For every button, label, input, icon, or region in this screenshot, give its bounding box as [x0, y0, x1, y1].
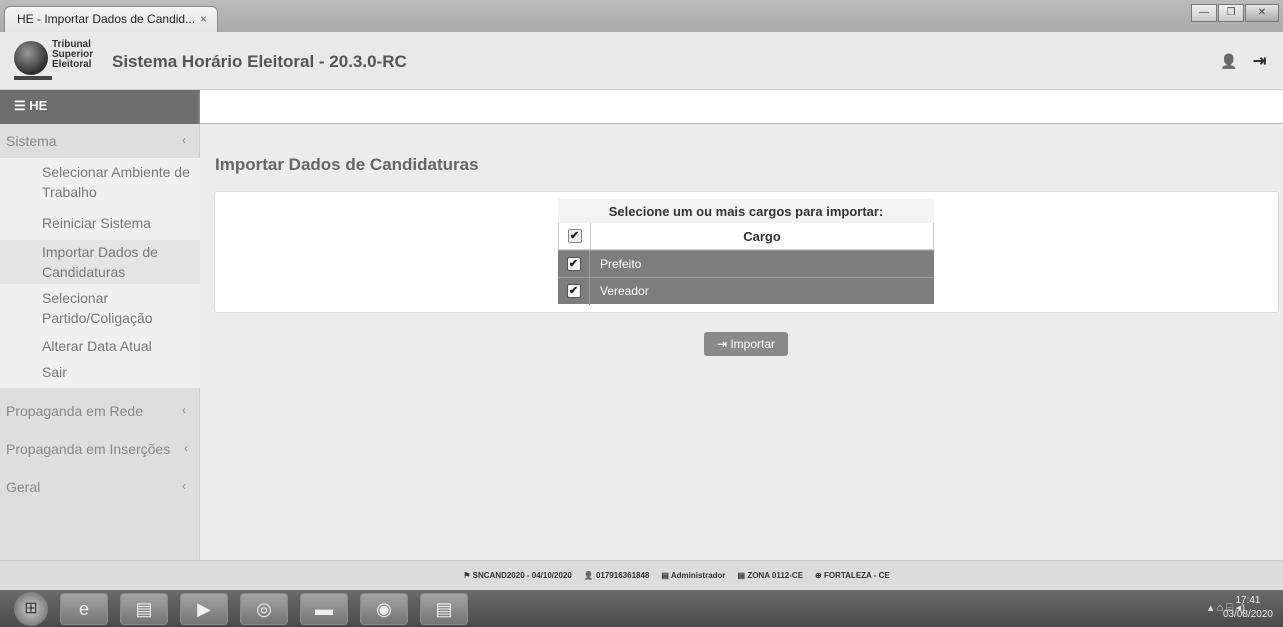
cargo-table: Selecione um ou mais cargos para importa… — [558, 199, 934, 305]
chevron-left-icon: ‹ — [184, 441, 188, 455]
menu-toggle-button[interactable]: ☰ HE — [0, 90, 200, 124]
sidebar-sub-selecionar-partido[interactable]: Selecionar Partido/Coligação — [0, 284, 200, 332]
sidebar-sub-importar-dados[interactable]: Importar Dados de Candidaturas — [0, 240, 200, 284]
ie-icon[interactable]: e — [60, 593, 108, 625]
row-checkbox-prefeito[interactable]: ✔ — [566, 257, 581, 271]
row-checkbox-vereador[interactable]: ✔ — [566, 284, 581, 298]
browser-tab[interactable]: HE - Importar Dados de Candid... × — [4, 6, 218, 32]
table-caption: Selecione um ou mais cargos para importa… — [558, 199, 934, 223]
window-controls: — ❐ ✕ — [1190, 4, 1279, 22]
sidebar-sub-reiniciar[interactable]: Reiniciar Sistema — [0, 206, 200, 240]
tab-close-icon[interactable]: × — [200, 12, 207, 26]
maximize-button[interactable]: ❐ — [1218, 4, 1244, 22]
row-label-vereador: Vereador — [600, 284, 649, 298]
table-row[interactable]: ✔ Vereador — [558, 277, 934, 305]
sidebar: Sistema ‹ Selecionar Ambiente de Trabalho… — [0, 124, 200, 560]
tab-title: HE - Importar Dados de Candid... — [17, 12, 196, 26]
sidebar-item-propaganda-insercoes[interactable]: Propaganda em Inserções ‹ — [0, 432, 200, 466]
top-strip — [200, 90, 1283, 124]
import-button[interactable]: ⇥ Importar — [704, 332, 788, 356]
chevron-left-icon: ‹ — [182, 133, 186, 147]
close-window-button[interactable]: ✕ — [1245, 4, 1279, 22]
status-user: 👤 017916361848 — [583, 571, 650, 580]
app-header: Tribunal Superior Eleitoral Sistema Horári… — [0, 32, 1283, 90]
minimize-button[interactable]: — — [1191, 4, 1217, 22]
chevron-left-icon: ‹ — [182, 479, 186, 493]
tse-logo-icon — [14, 41, 48, 75]
user-icon[interactable]: 👤 — [1220, 53, 1237, 70]
sidebar-sub-alterar-data[interactable]: Alterar Data Atual — [0, 332, 200, 358]
status-city: ⊕ FORTALEZA - CE — [815, 571, 890, 580]
document-icon[interactable]: ▤ — [420, 593, 468, 625]
select-all-checkbox[interactable]: ✔ — [567, 229, 582, 243]
clock[interactable]: 17:41 03/08/2020 — [1223, 594, 1273, 622]
page-title: Importar Dados de Candidaturas — [215, 155, 479, 174]
status-zona: ▤ ZONA 0112-CE — [737, 571, 804, 580]
logo-stripe — [14, 76, 52, 80]
chrome-icon[interactable]: ◎ — [240, 593, 288, 625]
start-button[interactable]: ⊞ — [14, 592, 48, 626]
chevron-left-icon: ‹ — [182, 403, 186, 417]
app-title: Sistema Horário Eleitoral - 20.3.0-RC — [112, 52, 407, 71]
browser-tabbar: HE - Importar Dados de Candid... × — ❐ ✕ — [0, 0, 1283, 32]
table-header-row: ✔ Cargo — [558, 222, 934, 250]
screen-icon[interactable]: ▬ — [300, 593, 348, 625]
sidebar-sub-selecionar-ambiente[interactable]: Selecionar Ambiente de Trabalho — [0, 158, 200, 206]
globe-icon[interactable]: ◉ — [360, 593, 408, 625]
media-player-icon[interactable]: ▶ — [180, 593, 228, 625]
file-explorer-icon[interactable]: ▤ — [120, 593, 168, 625]
status-base: ⚑ SNCAND2020 - 04/10/2020 — [463, 571, 572, 580]
sidebar-item-sistema[interactable]: Sistema ‹ — [0, 124, 200, 158]
table-row[interactable]: ✔ Prefeito — [558, 250, 934, 278]
logout-icon[interactable]: ⇥ — [1253, 51, 1266, 71]
sidebar-item-geral[interactable]: Geral ‹ — [0, 470, 200, 504]
status-role: ▤ Administrador — [661, 571, 726, 580]
taskbar: ⊞ e ▤ ▶ ◎ ▬ ◉ ▤ ▴ ⌂ ⌸ ◂) 17:41 03/08/2020 — [0, 590, 1283, 627]
org-name: Tribunal Superior Eleitoral — [52, 39, 94, 70]
sidebar-item-propaganda-rede[interactable]: Propaganda em Rede ‹ — [0, 394, 200, 428]
row-label-prefeito: Prefeito — [600, 257, 642, 271]
column-header-cargo: Cargo — [743, 228, 781, 244]
status-bar: ⚑ SNCAND2020 - 04/10/2020 👤 017916361848… — [0, 560, 1283, 590]
sidebar-sub-sair[interactable]: Sair — [0, 358, 200, 388]
